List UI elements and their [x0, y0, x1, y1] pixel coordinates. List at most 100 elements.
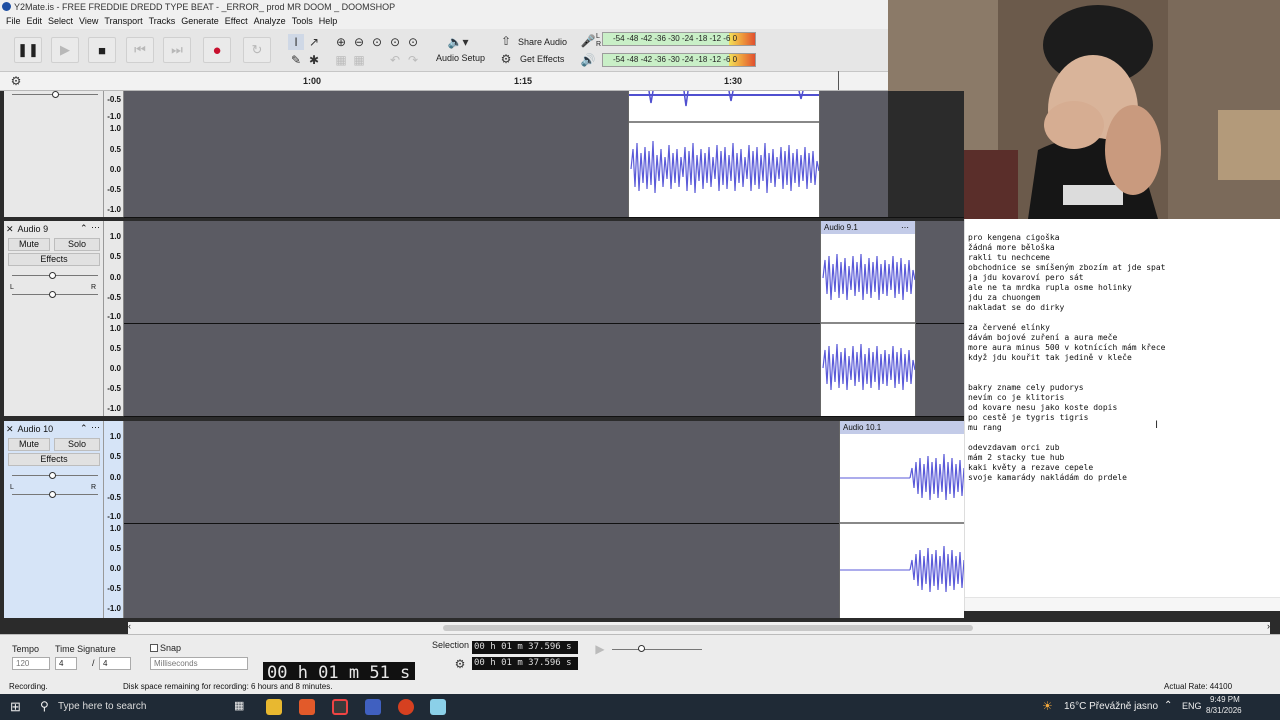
play-at-speed-slider[interactable] — [612, 649, 702, 650]
pause-button[interactable]: ❚❚ — [14, 37, 42, 63]
play-at-speed-knob[interactable] — [638, 645, 645, 652]
pan-slider-knob[interactable] — [49, 491, 56, 498]
menu-effect[interactable]: Effect — [223, 14, 252, 29]
selection-settings-icon[interactable]: ⚙ — [452, 656, 468, 672]
collapse-chevron-icon[interactable]: ⌃ — [80, 423, 88, 434]
audio-clip-audio-10-1[interactable]: Audio 10.1 — [839, 421, 964, 618]
multi-tool-icon[interactable]: ✱ — [306, 52, 322, 68]
mute-button[interactable]: Mute — [8, 238, 50, 251]
track-menu-icon[interactable]: ⋯ — [91, 222, 100, 233]
audio-clip[interactable] — [628, 91, 820, 217]
track-lane-audio-10[interactable]: Audio 10.1 — [124, 421, 964, 618]
share-audio-button[interactable]: Share Audio — [518, 37, 567, 47]
loop-button[interactable]: ↻ — [243, 37, 271, 63]
draw-tool-icon[interactable]: ✎ — [288, 52, 304, 68]
redo-icon[interactable]: ↷ — [405, 52, 421, 68]
track-lane-audio-9[interactable]: Audio 9.1 ⋯ — [124, 221, 964, 416]
menu-tracks[interactable]: Tracks — [147, 14, 180, 29]
brave-browser-icon[interactable] — [299, 699, 315, 715]
zoom-toggle-icon[interactable]: ⊙ — [405, 34, 421, 50]
collapse-chevron-icon[interactable]: ⌃ — [80, 223, 88, 234]
file-explorer-icon[interactable] — [266, 699, 282, 715]
clip-header[interactable]: Audio 10.1 — [840, 421, 964, 434]
menu-file[interactable]: File — [4, 14, 25, 29]
undo-icon[interactable]: ↶ — [387, 52, 403, 68]
menu-analyze[interactable]: Analyze — [252, 14, 290, 29]
timeline-ruler[interactable]: ⚙ 1:00 1:15 1:30 — [0, 71, 888, 91]
clock-time[interactable]: 9:49 PM — [1210, 695, 1240, 704]
scroll-right-icon[interactable]: › — [1267, 621, 1270, 631]
scroll-left-icon[interactable]: ‹ — [128, 621, 131, 631]
gain-slider-knob[interactable] — [49, 272, 56, 279]
language-indicator[interactable]: ENG — [1182, 701, 1202, 711]
audacity-icon[interactable] — [398, 699, 414, 715]
audio-clip-audio-9-1[interactable]: Audio 9.1 ⋯ — [820, 221, 916, 416]
pan-slider-knob[interactable] — [49, 291, 56, 298]
selection-end-time[interactable]: 00 h 01 m 37.596 s — [472, 657, 578, 670]
menu-generate[interactable]: Generate — [179, 14, 223, 29]
record-button[interactable]: ● — [203, 37, 231, 63]
effects-button[interactable]: Effects — [8, 253, 100, 266]
lyrics-text[interactable]: pro kengena cigoška žádná more běloška r… — [968, 233, 1165, 483]
track-separator[interactable] — [124, 416, 964, 417]
effects-button[interactable]: Effects — [8, 453, 100, 466]
skip-end-button[interactable]: ⏭ — [163, 37, 191, 63]
audio-setup-button[interactable]: Audio Setup — [436, 53, 485, 63]
tray-chevron-icon[interactable]: ⌃ — [1164, 700, 1172, 711]
record-meter[interactable]: -54 -48 -42 -36 -30 -24 -18 -12 -6 0 — [602, 32, 756, 46]
trim-icon[interactable]: ▦ — [333, 52, 349, 68]
clip-menu-icon[interactable]: ⋯ — [901, 221, 909, 234]
track-name-audio-9[interactable]: ✕ Audio 9 — [6, 224, 48, 235]
zoom-out-icon[interactable]: ⊖ — [351, 34, 367, 50]
menu-view[interactable]: View — [77, 14, 102, 29]
clock-date[interactable]: 8/31/2026 — [1206, 706, 1242, 715]
menu-select[interactable]: Select — [46, 14, 77, 29]
scrollbar-thumb[interactable] — [443, 625, 973, 631]
mute-button[interactable]: Mute — [8, 438, 50, 451]
play-button[interactable]: ▶ — [51, 37, 79, 63]
windows-start-icon[interactable]: ⊞ — [10, 699, 21, 715]
play-at-speed-icon[interactable]: ▶ — [592, 641, 608, 657]
notepad-editor[interactable]: pro kengena cigoška žádná more běloška r… — [964, 219, 1280, 611]
selection-start-time[interactable]: 00 h 01 m 37.596 s — [472, 641, 578, 654]
horizontal-scrollbar[interactable]: ‹ › — [128, 621, 1270, 634]
solo-button[interactable]: Solo — [54, 438, 100, 451]
silence-icon[interactable]: ▦ — [351, 52, 367, 68]
track-lane[interactable] — [124, 91, 888, 217]
menu-edit[interactable]: Edit — [25, 14, 47, 29]
notepad-scrollbar[interactable] — [965, 597, 1280, 611]
zoom-in-icon[interactable]: ⊕ — [333, 34, 349, 50]
solo-button[interactable]: Solo — [54, 238, 100, 251]
snap-checkbox[interactable] — [150, 644, 158, 652]
track-control-panel[interactable] — [4, 91, 104, 217]
fit-project-icon[interactable]: ⊙ — [387, 34, 403, 50]
envelope-tool-icon[interactable]: ↗ — [306, 34, 322, 50]
close-track-icon[interactable]: ✕ — [6, 424, 14, 434]
track-control-panel-audio-9[interactable]: ✕ Audio 9 ⌃ ⋯ Mute Solo Effects L R — [4, 221, 104, 416]
track-separator[interactable] — [124, 217, 964, 218]
track-control-panel-audio-10[interactable]: ✕ Audio 10 ⌃ ⋯ Mute Solo Effects L R — [4, 421, 104, 618]
stop-button[interactable]: ■ — [88, 37, 116, 63]
notepad-icon[interactable] — [430, 699, 446, 715]
taskbar-search-input[interactable]: Type here to search — [58, 701, 146, 712]
fit-selection-icon[interactable]: ⊙ — [369, 34, 385, 50]
playback-meter[interactable]: -54 -48 -42 -36 -30 -24 -18 -12 -6 0 — [602, 53, 756, 67]
selection-tool-icon[interactable]: I — [288, 34, 304, 50]
task-view-icon[interactable]: ▦ — [234, 699, 244, 712]
gain-slider-knob[interactable] — [52, 91, 59, 98]
app-q-icon[interactable] — [365, 699, 381, 715]
time-signature-numerator[interactable]: 4 — [55, 657, 77, 670]
chrome-icon[interactable] — [332, 699, 348, 715]
gain-slider-knob[interactable] — [49, 472, 56, 479]
weather-text[interactable]: 16°C Převážně jasno — [1064, 701, 1158, 712]
track-menu-icon[interactable]: ⋯ — [91, 422, 100, 433]
time-signature-denominator[interactable]: 4 — [99, 657, 131, 670]
track-name-audio-10[interactable]: ✕ Audio 10 — [6, 424, 53, 435]
menu-help[interactable]: Help — [317, 14, 342, 29]
get-effects-button[interactable]: Get Effects — [520, 54, 564, 64]
tempo-input[interactable]: 120 — [12, 657, 50, 670]
menu-transport[interactable]: Transport — [102, 14, 146, 29]
clip-header[interactable]: Audio 9.1 ⋯ — [821, 221, 915, 234]
menu-tools[interactable]: Tools — [290, 14, 317, 29]
speaker-icon[interactable]: 🔈▾ — [446, 34, 470, 50]
